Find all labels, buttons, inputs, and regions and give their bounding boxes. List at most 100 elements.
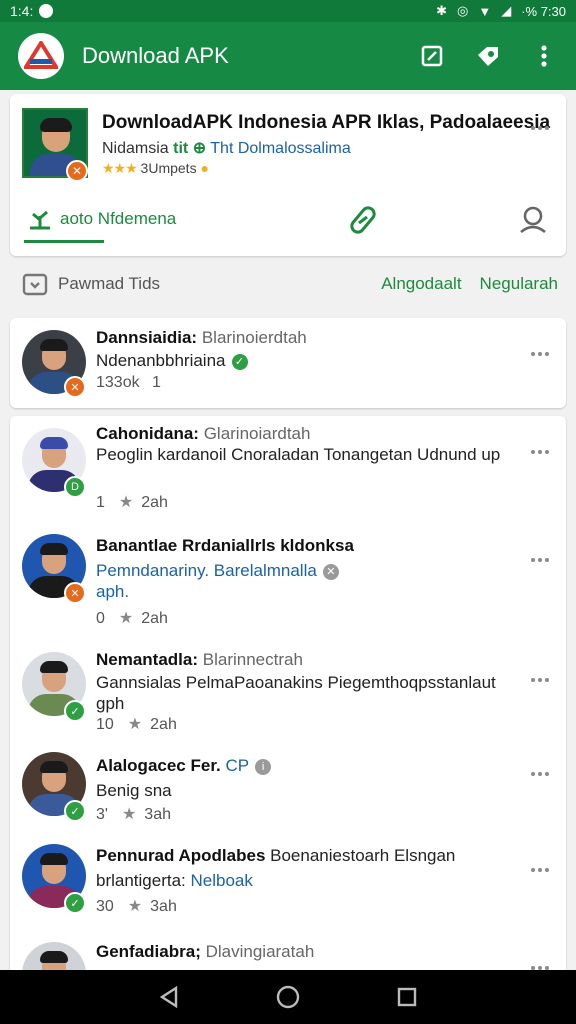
item-time: 1 <box>152 374 161 391</box>
item-more-icon[interactable] <box>528 444 552 460</box>
app-name: DownloadAPK Indonesia APR Iklas, Padoala… <box>102 112 551 133</box>
tab-indicator <box>24 240 104 243</box>
app-bar: Download APK <box>0 22 576 90</box>
item-title: Banantlae Rrdaniallrls kldonksa <box>96 536 354 556</box>
app-logo[interactable] <box>18 33 64 79</box>
globe-icon: ⊕ <box>192 140 207 157</box>
item-name: Dannsiaidia: <box>96 328 198 347</box>
item-title: Cahonidana: Glarinoiardtah <box>96 424 310 444</box>
recents-icon[interactable] <box>387 977 427 1017</box>
share-icon[interactable] <box>474 42 502 70</box>
item-more-icon[interactable] <box>528 672 552 688</box>
item-more-icon[interactable] <box>528 552 552 568</box>
item-time: 3ah <box>144 806 171 823</box>
info-icon: i <box>255 758 272 775</box>
star-icon[interactable]: ★ <box>128 716 142 733</box>
item-name: Alalogacec Fer. <box>96 756 221 775</box>
item-count: 3' <box>96 806 108 823</box>
app-rating: ★★★ 3Umpets ● <box>102 160 209 177</box>
section-filter-1[interactable]: Alngodaalt <box>381 274 461 294</box>
section-header: Pawmad Tids Alngodaalt Negularah <box>10 266 566 302</box>
item-title: Nemantadla: Blarinnectrah <box>96 650 303 670</box>
star-icon[interactable]: ★ <box>122 806 136 823</box>
tab-download-label: aoto Nfdemena <box>60 209 177 228</box>
status-bar: 1:4: ✱ ◎ ▼ ◢ ·% 7:30 <box>0 0 576 22</box>
item-meta: 1 ★ 2ah <box>96 492 168 512</box>
item-text-main: brlantigerta: <box>96 871 186 890</box>
item-text-extra: aph. <box>96 582 130 601</box>
app-more-icon[interactable] <box>528 120 552 136</box>
bluetooth-icon: ✱ <box>436 3 447 18</box>
badge-icon: D <box>64 476 86 498</box>
pill-icon[interactable] <box>348 204 378 241</box>
developer-link[interactable]: Tht Dolmalossalima <box>210 140 350 157</box>
item-source[interactable]: CP <box>225 756 249 775</box>
wifi-icon: ▼ <box>478 3 492 19</box>
item-meta: 30 ★ 3ah <box>96 896 177 916</box>
item-name: Nemantadla: <box>96 650 199 669</box>
badge-icon: ✕ <box>66 160 88 182</box>
item-text: Ndenanbbhriaina ✓ <box>96 350 526 371</box>
item-count: 0 <box>96 610 105 627</box>
item-more-icon[interactable] <box>528 766 552 782</box>
item-title: Dannsiaidia: Blarinoierdtah <box>96 328 307 348</box>
list-card: D Cahonidana: Glarinoiardtah Peoglin kar… <box>10 416 566 1006</box>
app-info-card: ✕ DownloadAPK Indonesia APR Iklas, Padoa… <box>10 94 566 256</box>
battery-clock-text: ·% 7:30 <box>521 3 566 19</box>
item-title: Genfadiabra; Dlavingiaratah <box>96 942 314 962</box>
app-tabs: aoto Nfdemena <box>22 198 554 248</box>
item-text-main: Ndenanbbhriaina <box>96 351 226 370</box>
star-icon[interactable]: ★ <box>119 494 133 511</box>
item-count: 1 <box>96 494 105 511</box>
section-filter-2[interactable]: Negularah <box>480 274 558 294</box>
item-more-icon[interactable] <box>528 862 552 878</box>
badge-icon: ✓ <box>64 892 86 914</box>
item-time: 2ah <box>141 494 168 511</box>
app-title: Download APK <box>82 43 229 68</box>
item-title: Alalogacec Fer. CP i <box>96 756 272 776</box>
list-item[interactable]: ✕ Dannsiaidia: Blarinoierdtah Ndenanbbhr… <box>10 318 566 408</box>
item-link[interactable]: Nelboak <box>191 871 253 890</box>
badge-icon: ✕ <box>64 376 86 398</box>
coin-icon: ● <box>200 160 209 176</box>
edit-icon[interactable] <box>418 42 446 70</box>
item-time: 2ah <box>141 610 168 627</box>
notification-icon <box>39 4 54 18</box>
vibrate-icon: ◎ <box>456 3 469 18</box>
system-nav-bar <box>0 970 576 1024</box>
item-source: Boenaniestoarh Elsngan <box>270 846 456 865</box>
item-meta: 133ok 1 <box>96 374 161 392</box>
item-more-icon[interactable] <box>528 346 552 362</box>
item-text: Benig sna <box>96 781 172 800</box>
profile-icon[interactable] <box>518 204 548 239</box>
section-label: Pawmad Tids <box>58 274 161 293</box>
item-name: Pennurad Apodlabes <box>96 846 266 865</box>
item-count: 30 <box>96 898 114 915</box>
verified-icon: ✓ <box>231 353 248 370</box>
item-text: brlantigerta: Nelboak <box>96 870 526 891</box>
app-developer: Nidamsia tit ⊕ Tht Dolmalossalima <box>102 138 351 158</box>
rating-text: 3Umpets <box>140 160 197 176</box>
item-time: 3ah <box>150 898 177 915</box>
badge-icon: ✓ <box>64 700 86 722</box>
verified-icon: ✕ <box>322 563 339 580</box>
star-icon[interactable]: ★ <box>119 610 133 627</box>
star-icon[interactable]: ★ <box>128 898 142 915</box>
item-source: Blarinoierdtah <box>201 328 307 347</box>
item-text-main[interactable]: Pemndanariny. Barelalmnalla <box>96 561 317 580</box>
home-icon[interactable] <box>268 977 308 1017</box>
developer-tag: tit <box>173 140 189 157</box>
item-source: Dlavingiaratah <box>205 942 315 961</box>
developer-prefix: Nidamsia <box>102 140 169 157</box>
item-count: 10 <box>96 716 114 733</box>
item-text: Gannsialas PelmaPaoanakins Piegemthoqpss… <box>96 673 496 713</box>
tab-download[interactable]: aoto Nfdemena <box>28 208 176 230</box>
badge-icon: ✓ <box>64 800 86 822</box>
item-text: Pemndanariny. Barelalmnalla ✕ aph. <box>96 560 526 602</box>
item-meta: 3' ★ 3ah <box>96 804 171 824</box>
plant-icon <box>30 210 50 230</box>
overflow-menu-icon[interactable] <box>530 42 558 70</box>
item-source: Blarinnectrah <box>202 650 303 669</box>
item-name: Banantlae Rrdaniallrls kldonksa <box>96 536 354 555</box>
back-icon[interactable] <box>149 977 189 1017</box>
